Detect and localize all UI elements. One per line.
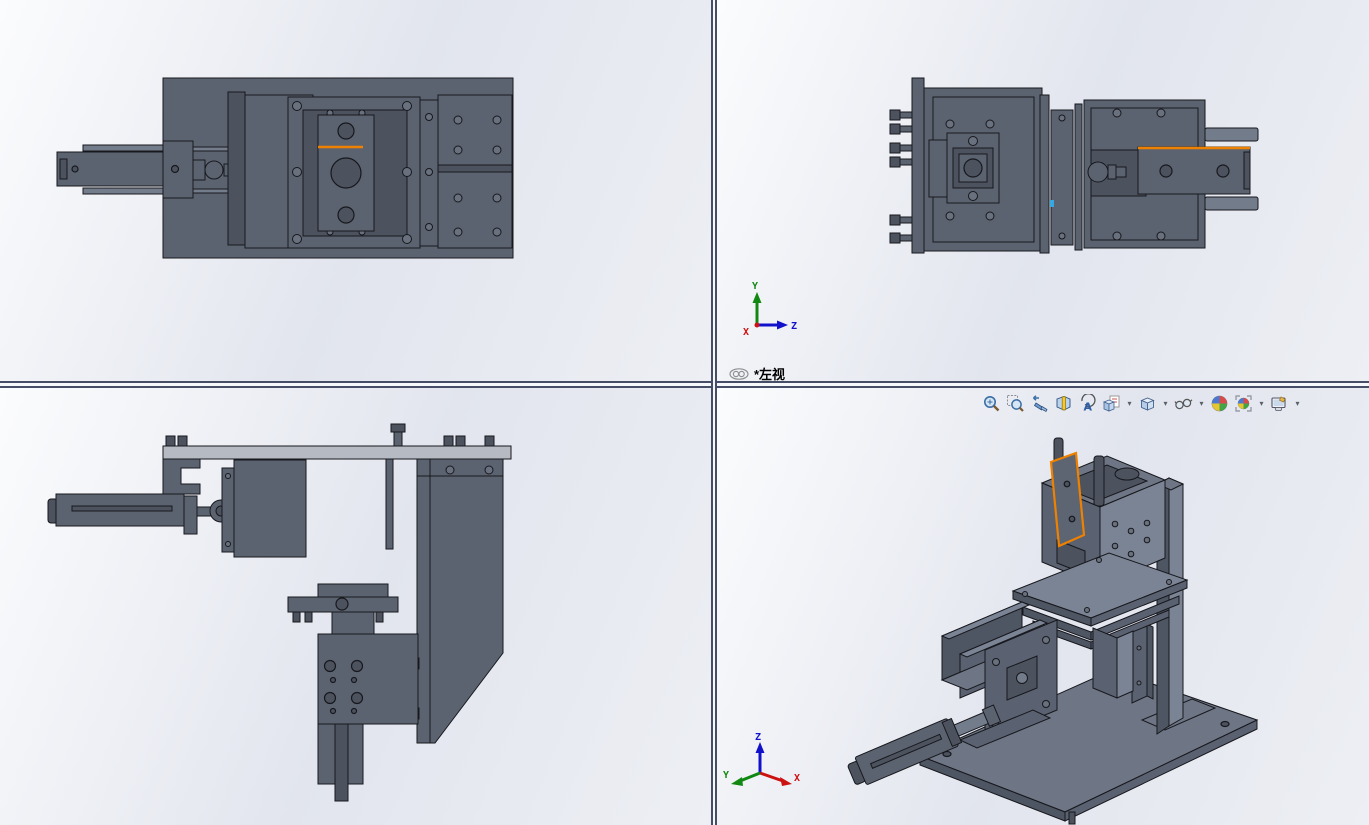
isometric-view-drawing[interactable]: Z X Y bbox=[717, 388, 1369, 825]
graphics-area: Y Z X *左视 Z X Y A ▾ ▾ ▾ ▾ ▾ bbox=[0, 0, 1369, 825]
bearing-block[interactable] bbox=[928, 132, 1000, 204]
axis-label-z: Z bbox=[791, 321, 797, 332]
viewport-splitter-vertical[interactable] bbox=[711, 0, 717, 825]
back-mount-plate[interactable] bbox=[889, 77, 925, 254]
view-orientation-icon[interactable] bbox=[1101, 393, 1122, 414]
annotation-views-icon[interactable]: A bbox=[1077, 393, 1098, 414]
reference-triad: Y Z X bbox=[743, 281, 797, 338]
viewport-label-text: *左视 bbox=[754, 367, 786, 381]
dropdown-arrow-icon[interactable]: ▾ bbox=[1293, 393, 1302, 414]
display-style-icon[interactable] bbox=[1137, 393, 1158, 414]
top-mount-plate[interactable] bbox=[162, 423, 512, 460]
viewport-left-view[interactable]: Y Z X *左视 bbox=[717, 0, 1369, 381]
dropdown-arrow-icon[interactable]: ▾ bbox=[1197, 393, 1206, 414]
dropdown-arrow-icon[interactable]: ▾ bbox=[1161, 393, 1170, 414]
viewport-label: *左视 bbox=[729, 364, 785, 381]
previous-view-icon[interactable] bbox=[1029, 393, 1050, 414]
bolts bbox=[889, 109, 913, 244]
motor-block[interactable] bbox=[221, 459, 307, 558]
zoom-to-area-icon[interactable] bbox=[1005, 393, 1026, 414]
small-standing-plate[interactable] bbox=[1131, 623, 1154, 704]
slide-table-assembly[interactable] bbox=[287, 583, 399, 635]
lower-block[interactable] bbox=[317, 633, 419, 802]
axis-label-x: X bbox=[794, 773, 800, 784]
right-mount-plates[interactable] bbox=[419, 94, 513, 249]
hanging-bracket[interactable] bbox=[162, 458, 201, 495]
axis-label-y: Y bbox=[723, 770, 729, 781]
top-view-drawing[interactable] bbox=[0, 0, 712, 381]
link-icon bbox=[729, 367, 749, 380]
edit-appearance-icon[interactable] bbox=[1209, 393, 1230, 414]
viewport-splitter-horizontal[interactable] bbox=[0, 381, 1369, 388]
viewport-bottom-left[interactable] bbox=[0, 388, 712, 825]
cylinder-actuator[interactable] bbox=[56, 140, 249, 199]
dropdown-arrow-icon[interactable]: ▾ bbox=[1257, 393, 1266, 414]
selected-plate[interactable] bbox=[1137, 146, 1251, 195]
svg-text:A: A bbox=[1084, 401, 1093, 414]
axis-label-x: X bbox=[743, 327, 749, 338]
hide-show-items-icon[interactable] bbox=[1173, 393, 1194, 414]
cylinder-actuator[interactable] bbox=[47, 493, 233, 535]
axis-label-y: Y bbox=[752, 281, 758, 292]
section-view-icon[interactable] bbox=[1053, 393, 1074, 414]
zoom-to-fit-icon[interactable] bbox=[981, 393, 1002, 414]
viewport-isometric-view[interactable]: Z X Y A ▾ ▾ ▾ ▾ ▾ bbox=[717, 388, 1369, 825]
view-settings-icon[interactable] bbox=[1269, 393, 1290, 414]
support-plate-gusset[interactable] bbox=[412, 458, 504, 744]
apply-scene-icon[interactable] bbox=[1233, 393, 1254, 414]
viewport-top-left[interactable] bbox=[0, 0, 712, 381]
guide-rod[interactable] bbox=[385, 458, 394, 550]
left-view-drawing[interactable]: Y Z X bbox=[717, 0, 1369, 381]
axis-label-z: Z bbox=[755, 732, 761, 743]
center-column[interactable] bbox=[1092, 627, 1134, 699]
dropdown-arrow-icon[interactable]: ▾ bbox=[1125, 393, 1134, 414]
moving-plate[interactable] bbox=[317, 114, 375, 232]
heads-up-view-toolbar: A ▾ ▾ ▾ ▾ ▾ bbox=[981, 393, 1302, 414]
front-view-drawing[interactable] bbox=[0, 388, 712, 825]
reference-triad: Z X Y bbox=[723, 732, 800, 786]
plate-stack[interactable] bbox=[1039, 94, 1083, 254]
